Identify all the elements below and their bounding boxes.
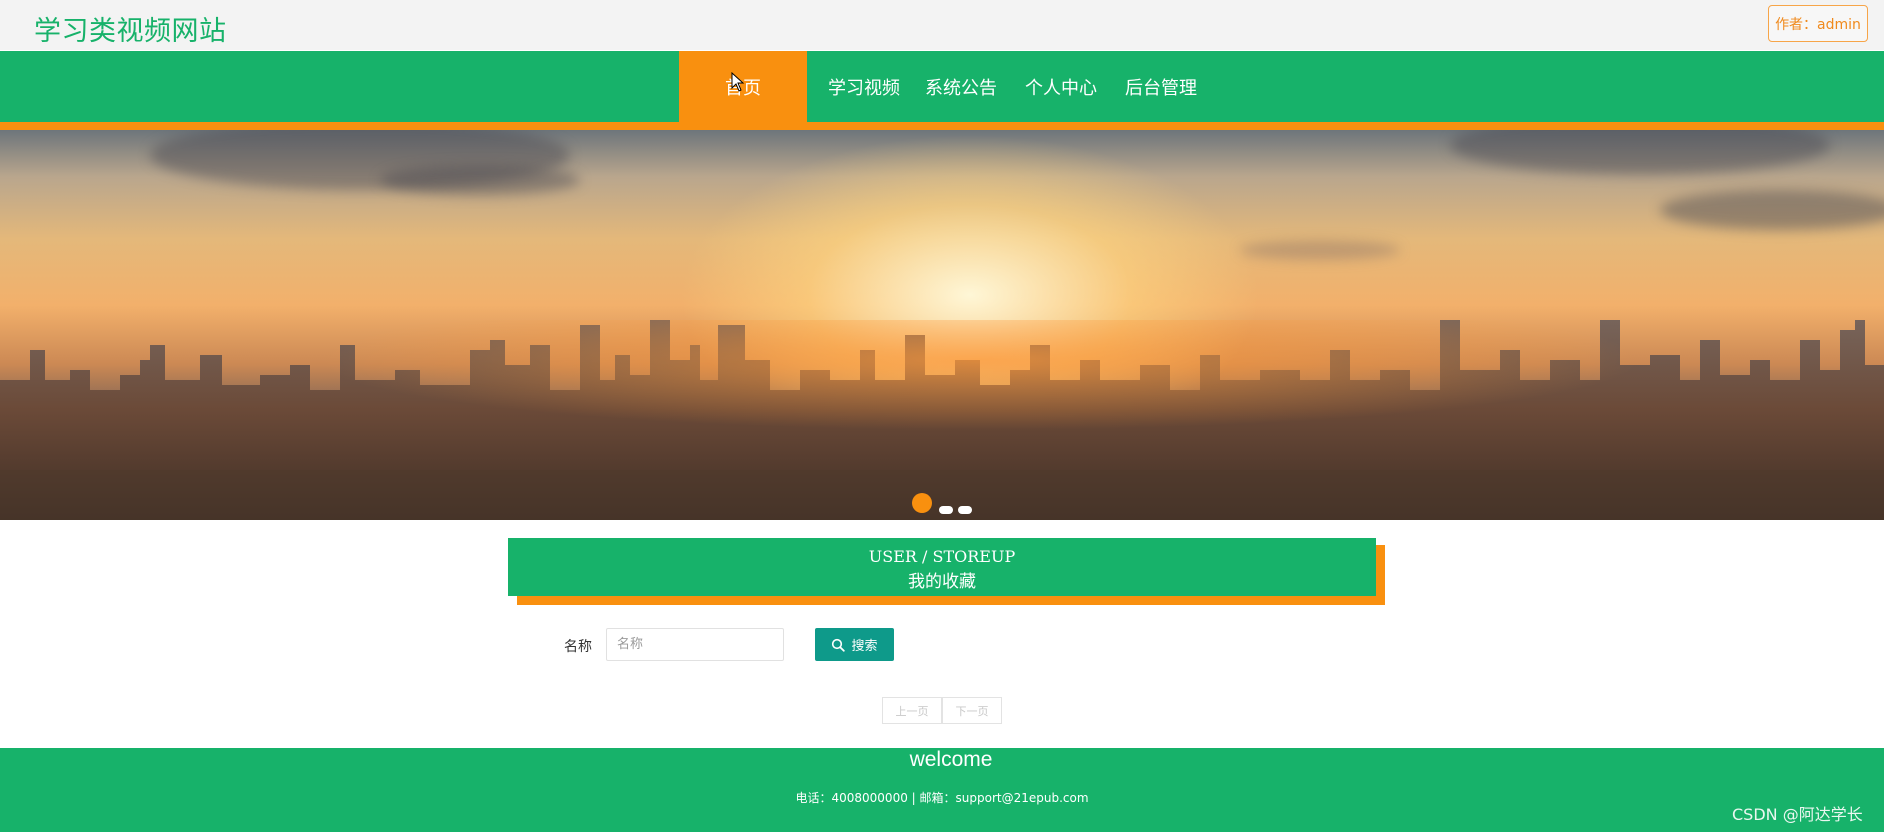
banner-carousel[interactable] bbox=[0, 130, 1884, 520]
site-title[interactable]: 学习类视频网站 bbox=[34, 9, 227, 48]
carousel-dot[interactable] bbox=[939, 506, 953, 514]
nav-item-study-videos[interactable]: 学习视频 bbox=[818, 51, 910, 122]
nav-item-label: 个人中心 bbox=[1025, 77, 1097, 99]
carousel-dot-active[interactable] bbox=[912, 493, 932, 513]
nav-accent-stripe bbox=[0, 122, 1884, 130]
nav-item-label: 后台管理 bbox=[1125, 77, 1197, 99]
nav-item-personal-center[interactable]: 个人中心 bbox=[1015, 51, 1107, 122]
banner-cloud bbox=[1240, 240, 1400, 260]
top-bar: 学习类视频网站 作者：admin bbox=[0, 0, 1884, 50]
mouse-cursor-icon bbox=[731, 72, 745, 92]
city-skyline bbox=[0, 320, 1884, 520]
author-button[interactable]: 作者：admin bbox=[1768, 5, 1868, 42]
section-title-en: USER / STOREUP bbox=[868, 547, 1016, 566]
footer-contact: 电话：4008000000 | 邮箱：support@21epub.com bbox=[795, 791, 1089, 805]
watermark: CSDN @阿达学长 bbox=[1732, 805, 1863, 824]
banner-cloud bbox=[1450, 130, 1830, 175]
nav-item-admin[interactable]: 后台管理 bbox=[1115, 51, 1207, 122]
search-input[interactable] bbox=[606, 628, 784, 661]
next-page-button[interactable]: 下一页 bbox=[942, 697, 1002, 724]
section-header: USER / STOREUP 我的收藏 bbox=[508, 538, 1376, 596]
search-field-label: 名称 bbox=[564, 639, 592, 655]
banner-cloud bbox=[1660, 190, 1884, 230]
carousel-dot[interactable] bbox=[958, 506, 972, 514]
footer-welcome: welcome bbox=[909, 748, 993, 771]
prev-page-button[interactable]: 上一页 bbox=[882, 697, 942, 724]
nav-item-label: 学习视频 bbox=[828, 77, 900, 99]
banner-cloud bbox=[380, 165, 580, 195]
nav-item-label: 系统公告 bbox=[925, 77, 997, 99]
section-title-cn: 我的收藏 bbox=[908, 572, 976, 592]
nav-item-announcements[interactable]: 系统公告 bbox=[915, 51, 1007, 122]
footer: welcome 电话：4008000000 | 邮箱：support@21epu… bbox=[0, 748, 1884, 832]
search-button[interactable]: 搜索 bbox=[815, 628, 894, 661]
search-icon bbox=[832, 638, 846, 652]
search-button-label: 搜索 bbox=[851, 639, 878, 654]
